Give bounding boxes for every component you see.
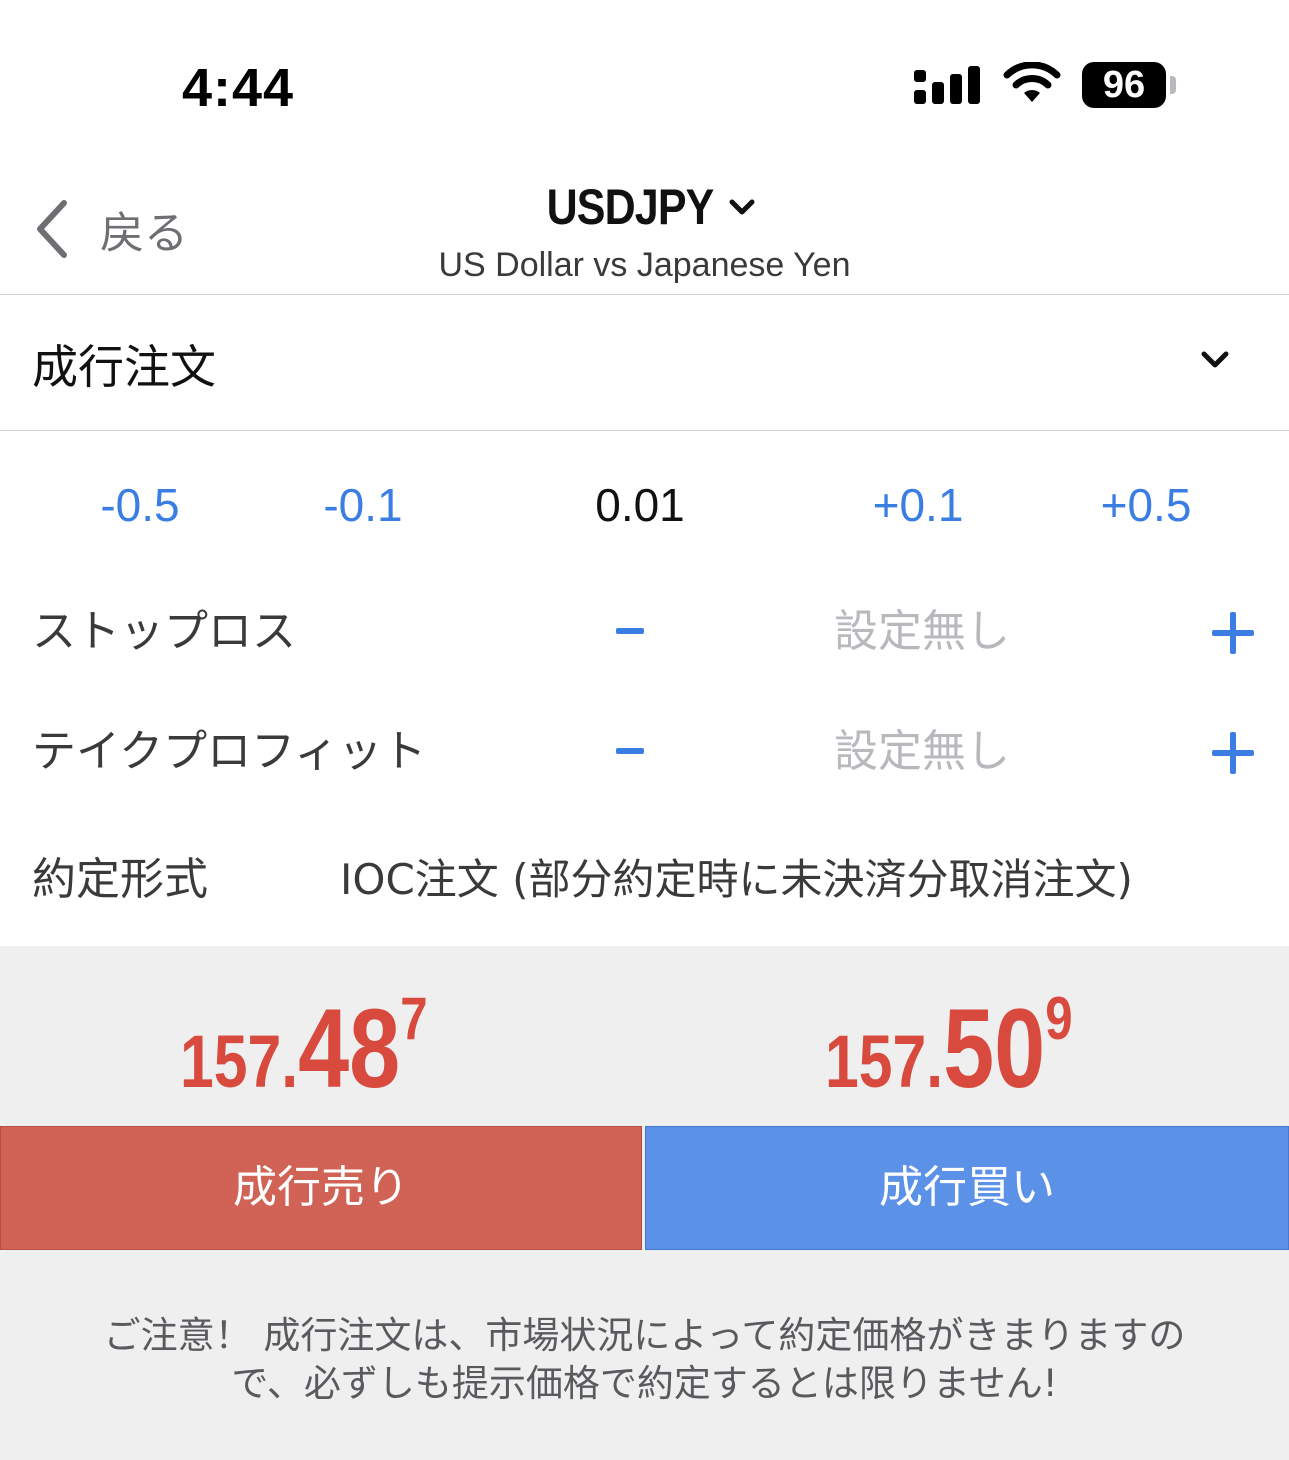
symbol-selector[interactable]: USDJPY <box>0 178 1289 236</box>
signal-icon <box>914 66 980 104</box>
take-profit-row: テイクプロフィット 設定無し <box>0 712 1289 792</box>
volume-plus-0.1-button[interactable]: +0.1 <box>838 470 998 540</box>
status-time: 4:44 <box>182 58 295 118</box>
sell-by-market-button[interactable]: 成行売り <box>0 1126 642 1250</box>
warning-line-1: ご注意！ 成行注文は、市場状況によって約定価格がきまりますの <box>103 1314 1186 1357</box>
symbol-name: USDJPY <box>546 179 714 235</box>
ask-price: 157.509 <box>825 984 1073 1124</box>
volume-stepper: -0.5 -0.1 0.01 +0.1 +0.5 <box>0 470 1289 540</box>
chevron-down-icon <box>729 199 755 215</box>
nav-header: 戻る USDJPY US Dollar vs Japanese Yen <box>0 150 1289 295</box>
buy-by-market-button[interactable]: 成行買い <box>645 1126 1289 1250</box>
take-profit-minus-button[interactable] <box>616 748 644 754</box>
bid-price: 157.487 <box>180 984 428 1124</box>
battery-cap <box>1170 76 1176 94</box>
take-profit-value[interactable]: 設定無し <box>834 720 1010 784</box>
bid-price-main: 157. <box>180 1020 299 1103</box>
volume-minus-0.1-button[interactable]: -0.1 <box>283 470 443 540</box>
market-order-warning: ご注意！ 成行注文は、市場状況によって約定価格がきまりますの で、必ずしも提示価… <box>20 1312 1269 1408</box>
status-bar: 4:44 96 <box>0 0 1289 150</box>
volume-minus-0.5-button[interactable]: -0.5 <box>60 470 220 540</box>
symbol-description: US Dollar vs Japanese Yen <box>438 246 851 284</box>
stop-loss-minus-button[interactable] <box>616 628 644 634</box>
warning-line-2: で、必ずしも提示価格で約定するとは限りません! <box>231 1362 1058 1405</box>
volume-value[interactable]: 0.01 <box>560 470 720 540</box>
ask-price-main: 157. <box>825 1020 944 1103</box>
take-profit-plus-button[interactable] <box>1210 730 1256 776</box>
bid-price-pip: 7 <box>400 985 428 1052</box>
fill-policy-row[interactable]: 約定形式 IOC注文 (部分約定時に未決済分取消注文) <box>0 846 1289 916</box>
order-type-selector[interactable]: 成行注文 <box>0 295 1289 431</box>
chevron-down-icon <box>1201 351 1229 368</box>
stop-loss-row: ストップロス 設定無し <box>0 592 1289 672</box>
ask-price-big: 50 <box>943 986 1046 1111</box>
stop-loss-value[interactable]: 設定無し <box>834 600 1010 664</box>
ask-price-pip: 9 <box>1045 985 1073 1052</box>
volume-plus-0.5-button[interactable]: +0.5 <box>1066 470 1226 540</box>
battery-icon: 96 <box>1082 62 1166 108</box>
stop-loss-plus-button[interactable] <box>1210 610 1256 656</box>
take-profit-label: テイクプロフィット <box>32 726 427 777</box>
fill-policy-label: 約定形式 <box>32 854 208 905</box>
bid-price-big: 48 <box>298 986 401 1111</box>
wifi-icon <box>1003 62 1061 102</box>
price-panel: 157.487 157.509 成行売り 成行買い ご注意！ 成行注文は、市場状… <box>0 946 1289 1460</box>
order-type-label: 成行注文 <box>32 340 216 394</box>
stop-loss-label: ストップロス <box>32 606 296 657</box>
fill-policy-value: IOC注文 (部分約定時に未決済分取消注文) <box>340 855 1133 904</box>
